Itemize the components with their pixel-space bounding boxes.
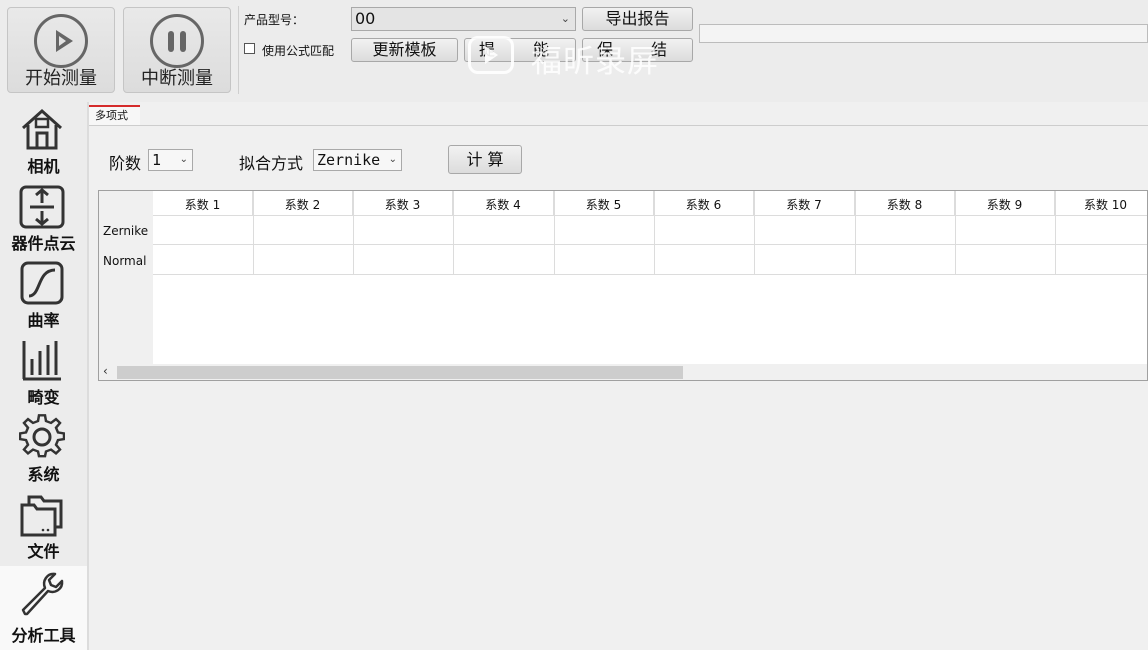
folder-icon <box>20 495 63 537</box>
order-label: 阶数 <box>109 154 142 173</box>
start-measure-label: 开始测量 <box>25 68 97 89</box>
product-model-label: 产品型号： <box>244 13 305 27</box>
top-toolbar: 开始测量 中断测量 产品型号： 00 ⌄ 导出报告 使用公式匹配 更新模板 提能… <box>0 0 1148 102</box>
house-icon <box>21 108 63 150</box>
stop-measure-button[interactable]: 中断测量 <box>123 7 231 93</box>
pause-icon <box>150 14 204 68</box>
stop-measure-label: 中断测量 <box>141 68 213 89</box>
tab-polynomial[interactable]: 多项式 <box>89 105 140 125</box>
sidebar-item-analysis-tools[interactable]: 分析工具 <box>0 566 87 650</box>
sidebar: 相机 器件点云 曲率 畸变 系统 文件 分析工具 <box>0 102 87 650</box>
sidebar-item-label: 文件 <box>27 542 60 561</box>
sidebar-item-system[interactable]: 系统 <box>0 410 87 487</box>
sidebar-item-label: 系统 <box>27 465 60 484</box>
watermark-text: 福昕录屏 <box>531 44 659 80</box>
watermark-play-icon <box>468 36 514 74</box>
sidebar-item-distortion[interactable]: 畸变 <box>0 333 87 410</box>
fit-method-value: Zernike <box>317 151 381 169</box>
scroll-left-icon[interactable]: ‹ <box>103 364 108 378</box>
progress-bar <box>699 24 1148 43</box>
use-formula-checkbox[interactable] <box>244 43 255 54</box>
sidebar-item-label: 器件点云 <box>11 234 76 253</box>
curve-icon <box>20 261 64 305</box>
sidebar-item-camera[interactable]: 相机 <box>0 102 87 179</box>
sidebar-item-point-cloud[interactable]: 器件点云 <box>0 179 87 256</box>
sidebar-item-label: 分析工具 <box>11 626 76 645</box>
gear-icon <box>19 414 65 458</box>
use-formula-label: 使用公式匹配 <box>262 44 335 58</box>
export-report-button[interactable]: 导出报告 <box>582 7 693 31</box>
horizontal-scrollbar[interactable]: ‹ <box>99 364 1147 380</box>
chevron-down-icon: ⌄ <box>388 154 397 165</box>
table-row[interactable] <box>153 245 1147 275</box>
wrench-icon <box>21 572 64 616</box>
product-model-value: 00 <box>355 9 376 28</box>
coefficient-table: 系数 1 系数 2 系数 3 系数 4 系数 5 系数 6 系数 7 系数 8 … <box>98 190 1148 381</box>
play-icon <box>34 14 88 68</box>
scrollbar-thumb[interactable] <box>117 366 683 379</box>
fit-method-select[interactable]: Zernike ⌄ <box>313 149 402 171</box>
bars-icon <box>22 341 61 381</box>
update-template-button[interactable]: 更新模板 <box>351 38 458 62</box>
toolbar-divider <box>238 6 239 94</box>
fit-method-label: 拟合方式 <box>239 154 304 173</box>
tab-underline <box>89 125 1148 126</box>
chevron-down-icon: ⌄ <box>560 12 570 25</box>
order-select[interactable]: 1 ⌄ <box>148 149 193 171</box>
product-model-select[interactable]: 00 ⌄ <box>351 7 576 31</box>
table-row[interactable] <box>153 215 1147 245</box>
sidebar-item-curvature[interactable]: 曲率 <box>0 256 87 333</box>
sidebar-item-label: 畸变 <box>27 388 60 407</box>
chevron-down-icon: ⌄ <box>179 154 188 165</box>
calculate-button[interactable]: 计 算 <box>448 145 522 174</box>
row-header: Normal <box>99 245 153 275</box>
sidebar-divider <box>87 102 89 650</box>
sidebar-item-label: 相机 <box>27 157 60 176</box>
sidebar-item-label: 曲率 <box>27 311 60 330</box>
row-header: Zernike <box>99 191 153 245</box>
order-value: 1 <box>152 151 162 169</box>
sidebar-item-file[interactable]: 文件 <box>0 487 87 564</box>
adjust-icon <box>19 185 65 229</box>
start-measure-button[interactable]: 开始测量 <box>7 7 115 93</box>
